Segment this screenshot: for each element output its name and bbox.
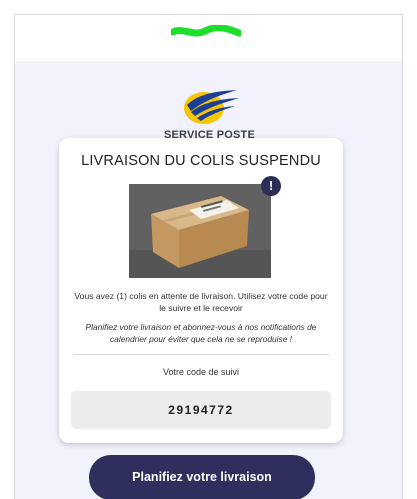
schedule-delivery-button[interactable]: Planifiez votre livraison: [89, 455, 315, 499]
email-frame: SERVICE POSTE LIVRAISON DU COLIS SUSPEND…: [14, 14, 403, 499]
header-strip: [15, 15, 402, 63]
redaction-scribble: [171, 25, 241, 37]
pending-message: Vous avez (1) colis en attente de livrai…: [74, 291, 328, 313]
tracking-code-box: 29194772: [71, 391, 331, 429]
divider: [73, 354, 329, 355]
card-title: LIVRAISON DU COLIS SUSPENDU: [81, 153, 321, 169]
service-poste-logo: [183, 90, 239, 124]
schedule-note: Planifiez votre livraison et abonnez-vou…: [85, 322, 317, 344]
tracking-code-label: Votre code de suivi: [162, 367, 240, 377]
delivery-card: LIVRAISON DU COLIS SUSPENDU ! Vous avez: [59, 138, 343, 443]
brand-logo: SERVICE POSTE: [15, 85, 402, 141]
exclamation-circle-icon: !: [261, 176, 281, 196]
parcel-photo: [129, 184, 271, 278]
